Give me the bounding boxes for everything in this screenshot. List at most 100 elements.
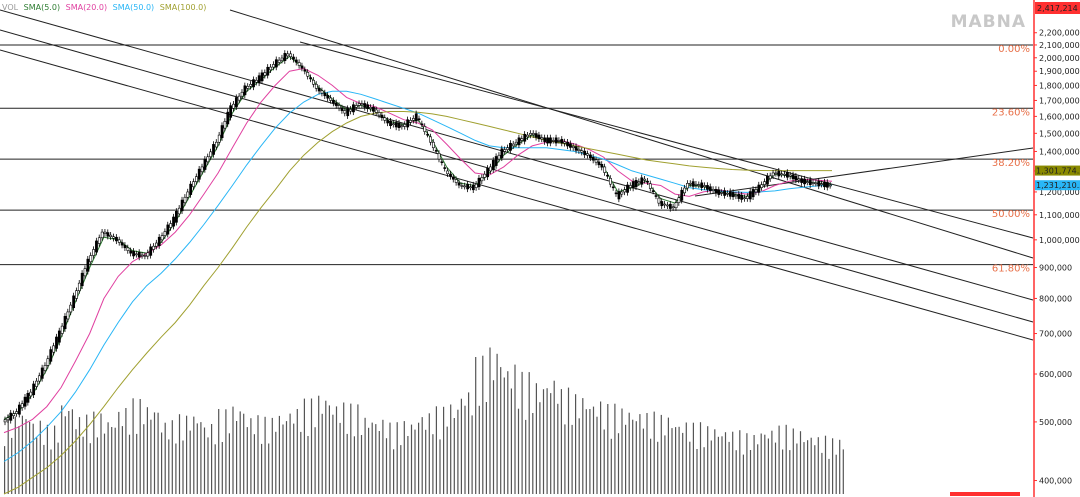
candle-body [477,177,481,188]
candle-body [614,192,618,195]
volume-bar [339,422,341,494]
candle-body [137,252,141,258]
candle-body [506,147,510,150]
candle-body [825,182,829,188]
candle-body [40,367,44,379]
volume-bar [746,433,748,494]
candle-body [95,240,98,253]
candle-body [651,190,655,192]
candle-body [229,105,233,118]
y-tick-label: 500,000 [1039,418,1072,427]
volume-bar [532,413,534,494]
volume-bar [492,380,495,494]
candle-body [332,100,335,104]
volume-bar [232,406,234,494]
candle-body [292,56,295,60]
candle-body [628,185,632,188]
candle-body [620,191,624,195]
candle-body [540,137,544,140]
candle-body [206,156,210,163]
volume-bar [635,421,637,494]
candle-body [234,97,238,108]
y-tick-label: 600,000 [1039,370,1072,379]
candle-body [509,142,512,151]
y-tick-label: 1,700,000 [1039,96,1080,105]
candle-body [663,203,667,206]
candle-body [349,108,352,112]
volume-bar [710,440,712,494]
candle-body [751,189,755,198]
candle-body [57,330,61,343]
candle-body [494,156,498,166]
volume-bar [89,443,91,494]
price-chart: 0.00% 23.60% 38.20% 50.00% 61.80% 2,417,214 2… [0,0,1080,497]
legend-vol: VOL [2,3,19,12]
volume-bar [335,406,338,494]
candle-body [754,189,758,193]
volume-bar [500,367,502,494]
volume-bar [714,429,716,494]
volume-bar [282,424,284,494]
candle-body [189,183,193,195]
volume-bar [664,435,666,494]
candle-body [257,75,261,84]
candle-body [180,199,184,212]
volume-bar [132,398,134,494]
candle-body [123,244,127,249]
candle-body [252,79,255,88]
candle-body [75,290,78,299]
volume-bar [450,404,452,494]
candle-body [743,197,746,200]
candle-body [343,110,347,114]
candle-body [17,404,21,415]
volume-bar [757,444,759,494]
candle-body [788,174,792,177]
candle-body [686,183,689,189]
volume-bar [11,437,13,494]
volume-bar [271,417,273,494]
volume-bar [628,412,630,494]
candle-body [766,175,769,185]
fib-label: 61.80% [992,264,1030,275]
volume-bar [671,428,673,494]
candle-body [203,158,207,170]
candle-body [611,186,615,189]
volume-bar [86,414,88,494]
candle-body [577,148,581,152]
candle-body [668,203,672,209]
candle-body [12,413,16,416]
candle-body [460,185,464,187]
candle-body [463,185,467,188]
candle-body [777,170,781,177]
volume-bar [325,400,327,494]
volume-bar [739,430,741,494]
volume-bar [507,371,509,494]
candle-body [734,194,738,197]
volume-bar [799,431,802,494]
volume-bar [571,424,573,494]
volume-bar [475,357,477,494]
volume-bar [46,424,48,494]
candle-body [657,197,661,204]
candle-body [617,191,621,200]
volume-bar [228,433,230,494]
volume-bar [735,450,737,494]
candle-body [32,383,36,396]
volume-bar [300,431,302,494]
candle-body [449,173,452,177]
candle-body [429,136,432,143]
candle-body [437,153,441,160]
candle-body [389,120,392,126]
volume-bar [153,412,156,494]
volume-bar [171,420,173,494]
candle-body [471,184,475,191]
volume-bar [453,418,455,494]
candle-body [272,64,275,68]
volume-bar [418,422,420,494]
volume-bar [632,419,634,494]
volume-bar [61,405,63,494]
candle-body [554,137,558,144]
volume-bar [721,436,723,494]
volume-bar [485,402,487,494]
candle-body [794,175,798,181]
